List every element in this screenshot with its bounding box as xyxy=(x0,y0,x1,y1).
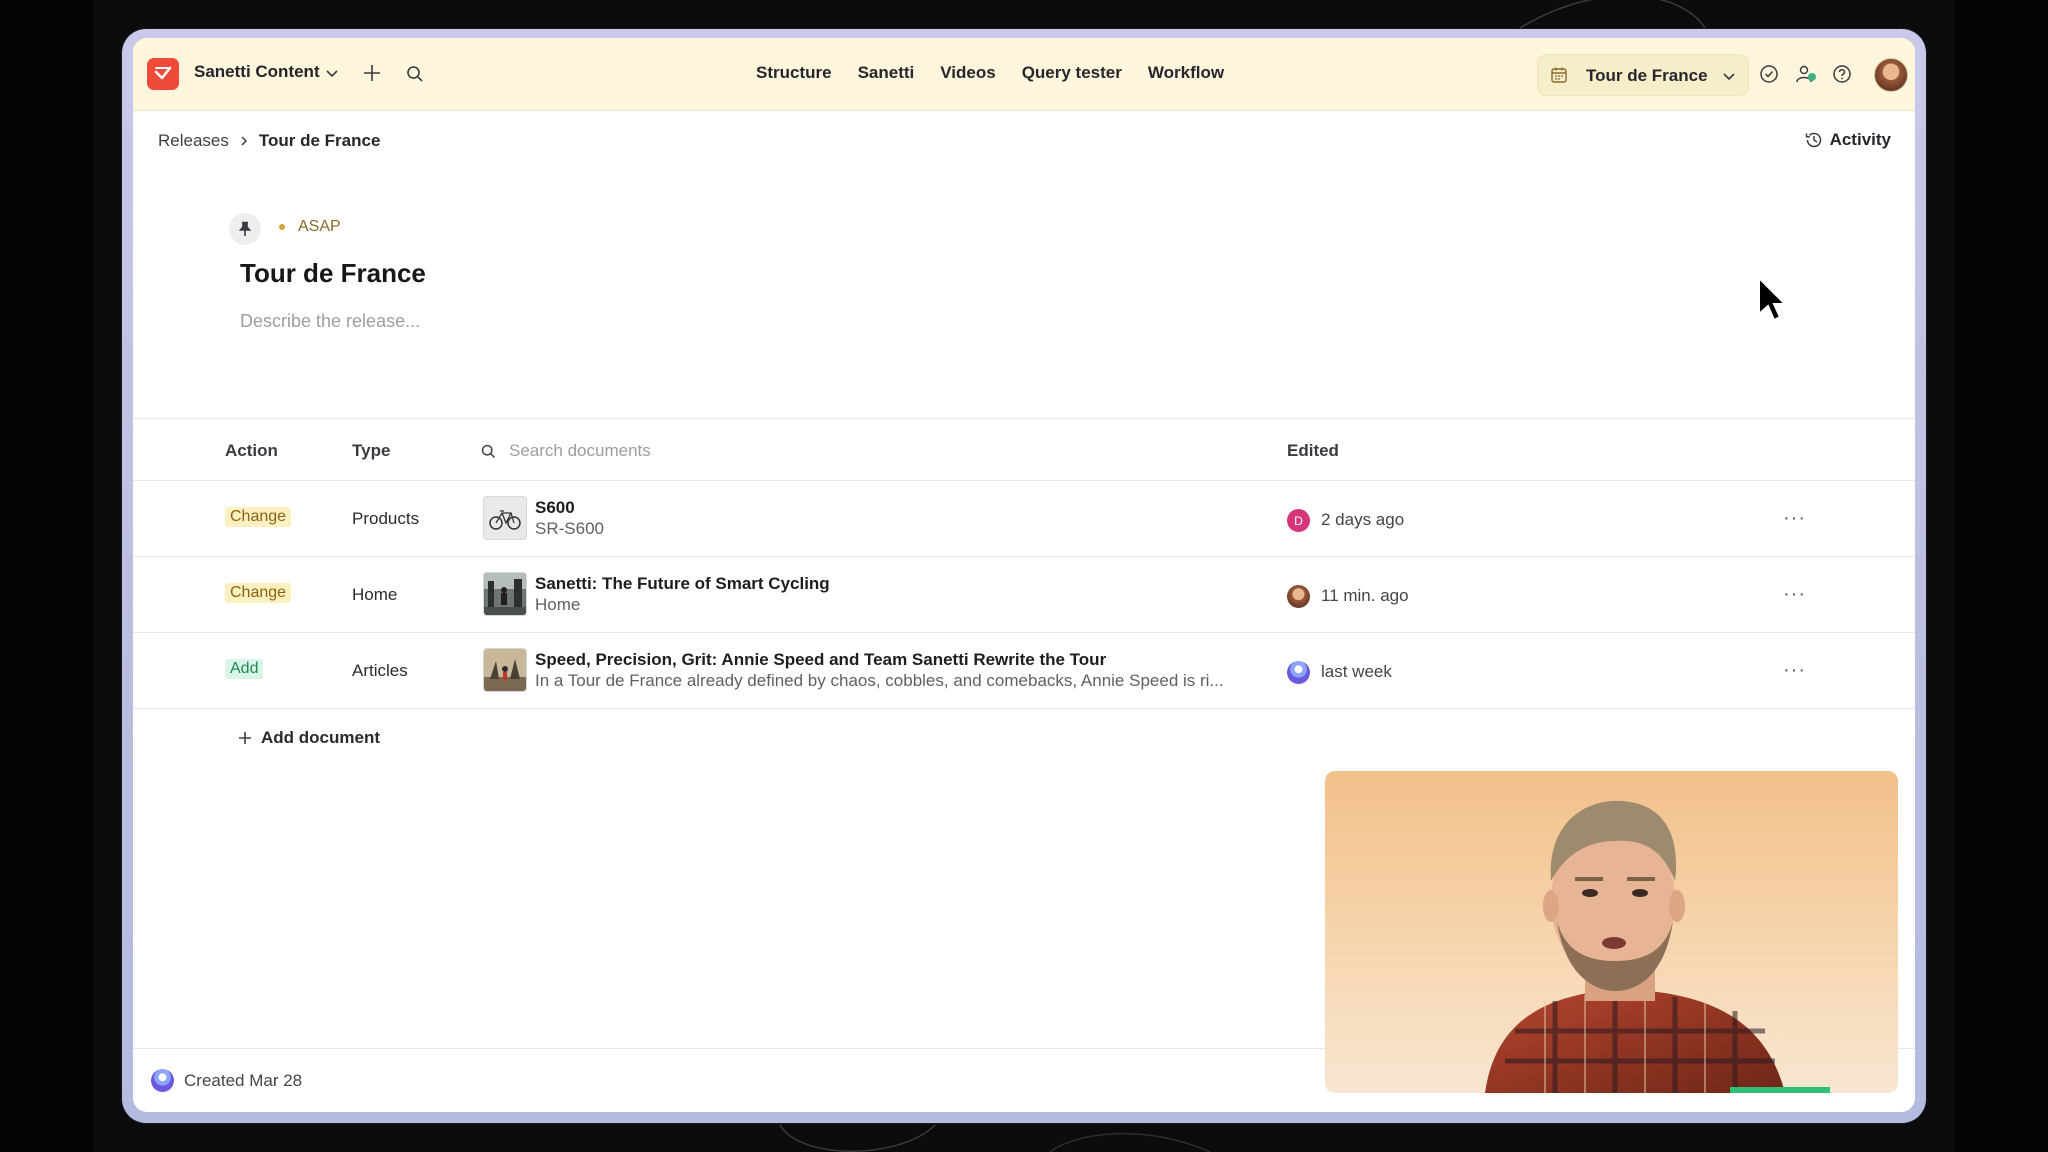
row-menu-button[interactable]: ··· xyxy=(1783,659,1806,682)
editor-avatar: D xyxy=(1287,509,1310,532)
table-row[interactable]: Add Articles Speed, Precision, Grit: Ann… xyxy=(133,633,1915,708)
column-header-edited[interactable]: Edited xyxy=(1287,441,1339,461)
calendar-icon xyxy=(1551,67,1567,83)
table-row[interactable]: Change Products S600 SR-S600 D 2 days ag… xyxy=(133,481,1915,556)
chevron-right-icon xyxy=(241,136,247,146)
activity-button[interactable]: Activity xyxy=(1804,130,1891,150)
webcam-overlay xyxy=(1325,771,1898,1093)
document-title[interactable]: Speed, Precision, Grit: Annie Speed and … xyxy=(535,650,1106,670)
nav-videos[interactable]: Videos xyxy=(940,63,995,83)
pin-button[interactable] xyxy=(229,213,261,245)
presence-users-icon[interactable] xyxy=(1795,64,1817,84)
search-documents-input[interactable]: Search documents xyxy=(480,441,651,461)
document-subtitle: SR-S600 xyxy=(535,519,604,538)
add-document-button[interactable]: Add document xyxy=(237,728,380,748)
document-thumbnail xyxy=(483,496,527,540)
document-thumbnail xyxy=(483,572,527,616)
edited-time: 2 days ago xyxy=(1321,510,1405,529)
table-row[interactable]: Change Home Sanetti: The Future of Smart… xyxy=(133,557,1915,632)
timing-dot xyxy=(279,224,285,230)
add-document-label: Add document xyxy=(261,728,380,747)
release-selector-label: Tour de France xyxy=(1586,66,1708,85)
edited-time: 11 min. ago xyxy=(1321,586,1409,605)
history-icon xyxy=(1805,132,1821,148)
document-subtitle: Home xyxy=(535,595,581,614)
action-badge: Change xyxy=(225,507,292,527)
search-icon[interactable] xyxy=(405,64,425,84)
document-type: Articles xyxy=(352,661,408,680)
editor-initial: D xyxy=(1294,513,1303,528)
top-navigation-bar: Sanetti Content Structure Sanetti Videos… xyxy=(133,38,1915,111)
release-description-field[interactable]: Describe the release... xyxy=(240,311,420,332)
release-timing[interactable]: ASAP xyxy=(279,218,341,236)
edited-time: last week xyxy=(1321,662,1392,681)
presenter-video xyxy=(1485,800,1830,1093)
document-title[interactable]: Sanetti: The Future of Smart Cycling xyxy=(535,574,830,594)
tasks-check-icon[interactable] xyxy=(1759,64,1779,84)
activity-label: Activity xyxy=(1829,130,1891,149)
nav-query-tester[interactable]: Query tester xyxy=(1022,63,1122,83)
chevron-down-icon[interactable] xyxy=(325,66,339,80)
column-header-type[interactable]: Type xyxy=(352,441,390,461)
editor-avatar xyxy=(1287,585,1310,608)
plus-icon[interactable] xyxy=(361,62,383,84)
document-subtitle: In a Tour de France already defined by c… xyxy=(535,671,1224,690)
search-documents-placeholder: Search documents xyxy=(509,441,651,460)
document-type: Home xyxy=(352,585,398,604)
divider xyxy=(133,418,1915,419)
action-badge: Add xyxy=(225,659,264,679)
plus-icon xyxy=(239,732,251,744)
user-avatar[interactable] xyxy=(1874,58,1908,92)
row-menu-button[interactable]: ··· xyxy=(1783,507,1806,530)
document-title[interactable]: S600 xyxy=(535,498,575,518)
release-timing-label: ASAP xyxy=(298,218,341,235)
release-selector[interactable]: Tour de France xyxy=(1537,54,1749,96)
action-badge: Change xyxy=(225,583,292,603)
help-icon[interactable] xyxy=(1832,64,1852,84)
main-nav: Structure Sanetti Videos Query tester Wo… xyxy=(756,63,1250,83)
sanity-logo-icon[interactable] xyxy=(147,58,179,90)
document-type: Products xyxy=(352,509,420,528)
creator-avatar xyxy=(151,1069,174,1092)
breadcrumb: Releases Tour de France xyxy=(158,131,380,151)
nav-sanetti[interactable]: Sanetti xyxy=(858,63,915,83)
mouse-cursor-icon xyxy=(1758,276,1787,322)
breadcrumb-releases[interactable]: Releases xyxy=(158,131,229,151)
editor-avatar xyxy=(1287,661,1310,684)
row-menu-button[interactable]: ··· xyxy=(1783,583,1806,606)
created-info: Created Mar 28 xyxy=(151,1069,302,1092)
nav-workflow[interactable]: Workflow xyxy=(1148,63,1224,83)
workspace-name[interactable]: Sanetti Content xyxy=(194,62,320,82)
search-icon xyxy=(481,444,495,458)
chevron-down-icon xyxy=(1723,73,1735,81)
divider xyxy=(133,708,1915,709)
release-title[interactable]: Tour de France xyxy=(240,258,426,289)
created-date: Created Mar 28 xyxy=(184,1070,303,1090)
column-header-action[interactable]: Action xyxy=(225,441,278,461)
breadcrumb-current: Tour de France xyxy=(258,131,381,150)
pin-icon xyxy=(238,221,252,236)
document-thumbnail xyxy=(483,648,527,692)
nav-structure[interactable]: Structure xyxy=(756,63,832,83)
